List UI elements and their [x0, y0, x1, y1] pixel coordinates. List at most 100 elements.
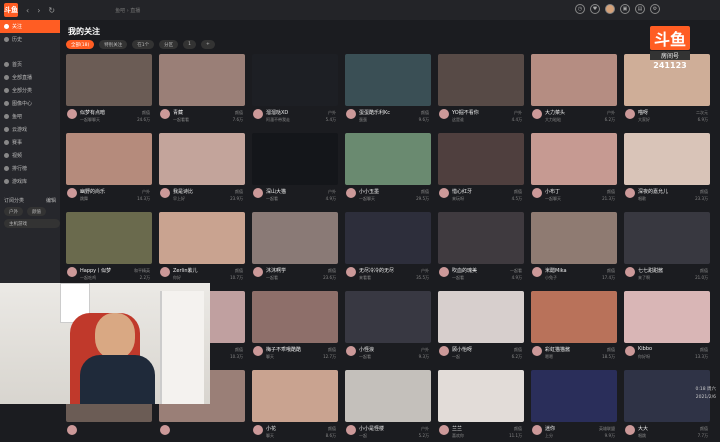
stream-card[interactable]: 溜溜哒XD 户外 阿溜不带我走 5.4万 — [252, 54, 338, 126]
stream-card[interactable]: Zerlin紫儿 颜值 你好 10.7万 — [159, 212, 245, 284]
stream-card[interactable]: 沐沐啊学 颜值 一起看 23.6万 — [252, 212, 338, 284]
back-icon[interactable]: ‹ — [26, 6, 29, 15]
stream-thumbnail[interactable] — [252, 133, 338, 185]
avatar[interactable] — [253, 267, 263, 277]
breadcrumb[interactable]: 鱼吧 › 直播 — [115, 7, 140, 14]
avatar[interactable] — [67, 109, 77, 119]
stream-card[interactable]: 小布丁 颜值 一起聊天 21.3万 — [531, 133, 617, 205]
stream-card[interactable]: 梅子不乖哦酷酷 颜值 聊天 12.7万 — [252, 291, 338, 363]
filter-all[interactable]: 全部(18) — [66, 40, 95, 49]
filter-special[interactable]: 特别关注 — [99, 40, 128, 49]
avatar[interactable] — [253, 346, 263, 356]
filter-count[interactable]: 在1个 — [132, 40, 155, 49]
avatar[interactable] — [625, 267, 635, 277]
heart-icon[interactable]: ♥ — [590, 4, 600, 14]
avatar[interactable] — [532, 109, 542, 119]
stream-thumbnail[interactable] — [345, 212, 431, 264]
avatar[interactable] — [346, 267, 356, 277]
stream-thumbnail[interactable] — [438, 133, 524, 185]
stream-thumbnail[interactable] — [66, 212, 152, 264]
stream-thumbnail[interactable] — [345, 370, 431, 422]
avatar[interactable] — [67, 425, 77, 435]
avatar[interactable] — [253, 425, 263, 435]
avatar[interactable] — [346, 188, 356, 198]
avatar[interactable] — [67, 267, 77, 277]
avatar[interactable] — [532, 346, 542, 356]
stream-card[interactable]: 顾小怡呀 颜值 一起 6.2万 — [438, 291, 524, 363]
stream-card[interactable]: Happy丨似梦 和平精英 一起吃鸡 2.2万 — [66, 212, 152, 284]
stream-thumbnail[interactable] — [252, 54, 338, 106]
forward-icon[interactable]: › — [37, 6, 40, 15]
stream-card[interactable]: 小花 颜值 聊天 8.6万 — [252, 370, 338, 442]
avatar[interactable] — [160, 425, 170, 435]
stream-card[interactable]: 大力菜头 户外 大力哒哒 6.2万 — [531, 54, 617, 126]
stream-thumbnail[interactable] — [624, 291, 710, 343]
stream-card[interactable]: 无尽冷冷的无尽 户外 来看看 35.5万 — [345, 212, 431, 284]
sidebar-item-follow[interactable]: 关注 — [0, 20, 60, 33]
stream-card[interactable]: 七七甜甜酱 颜值 来了啊 21.0万 — [624, 212, 710, 284]
avatar[interactable] — [346, 109, 356, 119]
sidebar-item-history[interactable]: 历史 — [0, 33, 60, 46]
edit-button[interactable]: 编辑 — [46, 197, 56, 204]
stream-thumbnail[interactable] — [66, 54, 152, 106]
add-icon[interactable]: + — [201, 40, 215, 49]
stream-card[interactable]: 我是诗比 颜值 早上好 23.9万 — [159, 133, 245, 205]
avatar[interactable] — [67, 188, 77, 198]
stream-card[interactable]: 深夜的嘉允儿 颜值 唱歌 23.3万 — [624, 133, 710, 205]
stream-thumbnail[interactable] — [531, 133, 617, 185]
tag-console[interactable]: 主机游戏 — [4, 219, 60, 228]
stream-thumbnail[interactable] — [531, 54, 617, 106]
avatar[interactable] — [605, 4, 615, 14]
stream-thumbnail[interactable] — [345, 54, 431, 106]
avatar[interactable] — [532, 267, 542, 277]
stream-card[interactable]: 蛋蛋酷乐利Kc 颜值 蛋蛋 9.6万 — [345, 54, 431, 126]
sidebar-item-8[interactable]: 排行榜 — [0, 162, 60, 175]
sidebar-item-3[interactable]: 图像中心 — [0, 97, 60, 110]
filter-page[interactable]: 1 — [183, 40, 196, 49]
stream-thumbnail[interactable] — [159, 212, 245, 264]
avatar[interactable] — [532, 425, 542, 435]
stream-thumbnail[interactable] — [438, 370, 524, 422]
stream-thumbnail[interactable] — [159, 133, 245, 185]
stream-thumbnail[interactable] — [438, 291, 524, 343]
sidebar-item-2[interactable]: 全部分类 — [0, 84, 60, 97]
avatar[interactable] — [625, 346, 635, 356]
tag-outdoor[interactable]: 户外 — [4, 207, 23, 216]
refresh-icon[interactable]: ↻ — [48, 6, 55, 15]
stream-card[interactable]: 似梦有点暗 颜值 一起聊聊天 24.6万 — [66, 54, 152, 126]
avatar[interactable] — [439, 188, 449, 198]
stream-thumbnail[interactable] — [252, 212, 338, 264]
avatar[interactable] — [160, 188, 170, 198]
tag-beauty[interactable]: 颜值 — [27, 207, 46, 216]
stream-card[interactable]: 惜心红牙 颜值 来玩呀 4.5万 — [438, 133, 524, 205]
sidebar-item-5[interactable]: 云游戏 — [0, 123, 60, 136]
avatar[interactable] — [160, 109, 170, 119]
stream-thumbnail[interactable] — [531, 370, 617, 422]
avatar[interactable] — [253, 109, 263, 119]
avatar[interactable] — [346, 346, 356, 356]
stream-thumbnail[interactable] — [531, 212, 617, 264]
stream-thumbnail[interactable] — [438, 212, 524, 264]
stream-card[interactable]: 青藏 颜值 一起看看 7.6万 — [159, 54, 245, 126]
stream-thumbnail[interactable] — [624, 133, 710, 185]
stream-card[interactable]: 幽野的尚乐 户外 跳舞 14.3万 — [66, 133, 152, 205]
sidebar-item-9[interactable]: 游戏库 — [0, 175, 60, 188]
stream-card[interactable]: 彩虹猫猫酱 颜值 嗯嗯 18.5万 — [531, 291, 617, 363]
avatar[interactable] — [625, 109, 635, 119]
stream-thumbnail[interactable] — [159, 54, 245, 106]
stream-thumbnail[interactable] — [345, 133, 431, 185]
avatar[interactable] — [160, 267, 170, 277]
stream-card[interactable]: 兰兰 颜值 喜欢你 11.1万 — [438, 370, 524, 442]
stream-card[interactable]: YO掘不看你 户外 这是谁 4.4万 — [438, 54, 524, 126]
stream-thumbnail[interactable] — [345, 291, 431, 343]
sidebar-item-6[interactable]: 赛事 — [0, 136, 60, 149]
avatar[interactable] — [439, 267, 449, 277]
avatar[interactable] — [625, 188, 635, 198]
avatar[interactable] — [439, 425, 449, 435]
stream-thumbnail[interactable] — [66, 133, 152, 185]
stream-card[interactable]: Kibbo 颜值 你好呀 13.3万 — [624, 291, 710, 363]
avatar[interactable] — [346, 425, 356, 435]
sidebar-item-1[interactable]: 全部直播 — [0, 71, 60, 84]
stream-card[interactable]: 小小是怪楼 户外 一起 5.2万 — [345, 370, 431, 442]
sidebar-item-0[interactable]: 首页 — [0, 58, 60, 71]
